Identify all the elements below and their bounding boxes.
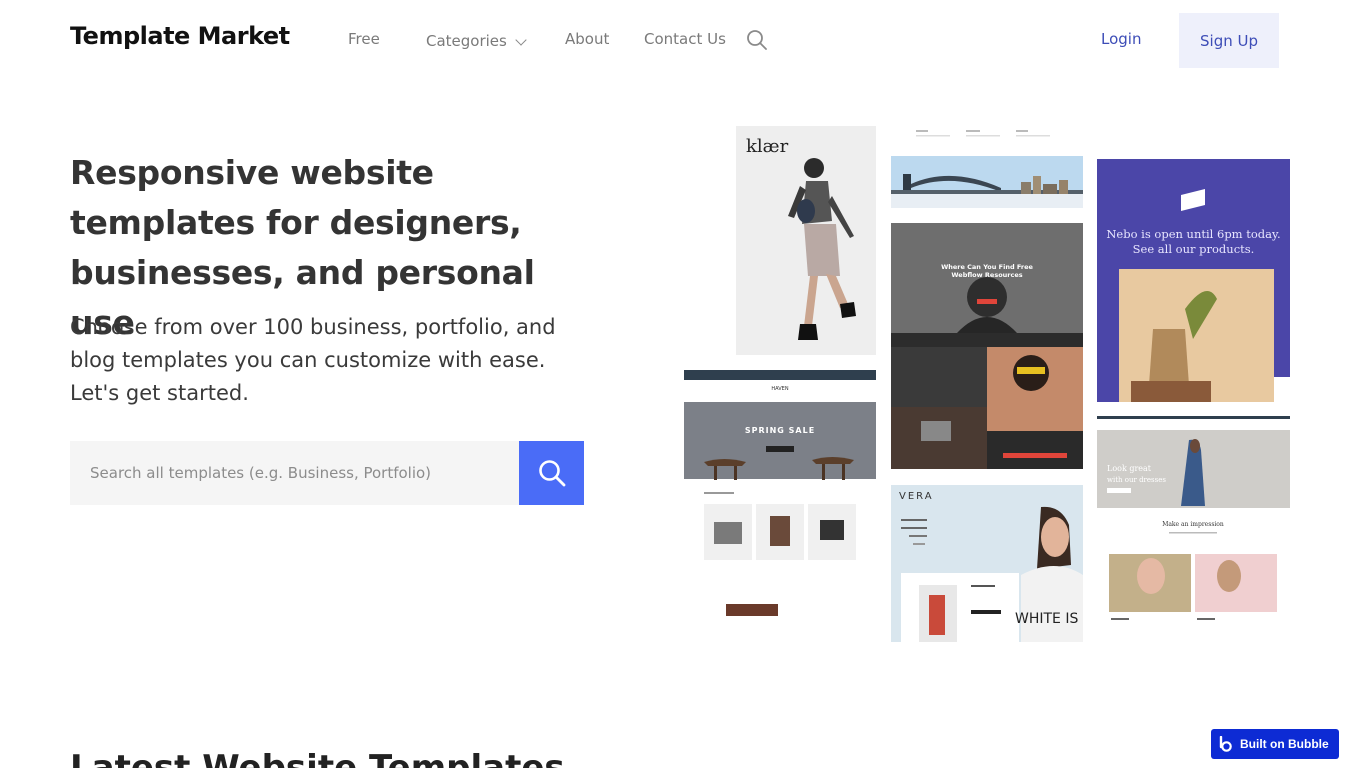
svg-text:with our dresses: with our dresses (1107, 476, 1166, 484)
svg-text:Make an impression: Make an impression (1162, 521, 1224, 528)
template-thumbnail-haven[interactable]: HAVEN SPRING SALE (684, 370, 876, 620)
badge-label: Built on Bubble (1240, 737, 1329, 751)
haven-illustration: HAVEN SPRING SALE (684, 370, 876, 616)
webflow-illustration: Where Can You Find Free Webflow Resource… (891, 223, 1083, 469)
template-thumbnail-nebo[interactable]: Nebo is open until 6pm today. See all ou… (1097, 159, 1290, 402)
svg-text:Webflow Resources: Webflow Resources (951, 271, 1022, 279)
svg-text:Look great: Look great (1107, 464, 1152, 473)
vera-banner-text: WHITE IS E (1015, 611, 1083, 627)
search-icon[interactable] (746, 29, 768, 51)
nav-about[interactable]: About (565, 30, 609, 48)
template-thumbnail-vera[interactable]: VERA WHITE IS E (891, 485, 1083, 642)
nebo-message-line-2: See all our products. (1132, 242, 1255, 256)
hero-subtitle: Choose from over 100 business, portfolio… (70, 315, 556, 405)
search-button[interactable] (519, 441, 584, 505)
template-thumbnail-dresses[interactable]: Look great with our dresses Make an impr… (1097, 416, 1290, 642)
nav-free[interactable]: Free (348, 30, 380, 48)
template-thumbnail-webflow[interactable]: Where Can You Find Free Webflow Resource… (891, 223, 1083, 469)
nav-contact[interactable]: Contact Us (644, 30, 726, 48)
nav-categories[interactable]: Categories (426, 32, 507, 50)
template-thumbnail-klaer[interactable]: klær (736, 126, 876, 355)
vera-illustration: WHITE IS E (901, 506, 1083, 642)
site-logo[interactable]: Template Market (70, 22, 290, 50)
nebo-illustration (1119, 189, 1290, 402)
svg-text:HAVEN: HAVEN (771, 386, 788, 392)
bubble-logo-icon (1219, 736, 1232, 752)
model-illustration (788, 158, 856, 340)
template-search-input[interactable] (70, 441, 519, 505)
nebo-message: Nebo is open until 6pm today. See all ou… (1097, 227, 1290, 257)
chevron-down-icon[interactable] (515, 34, 527, 46)
bridge-illustration (891, 126, 1083, 208)
login-link[interactable]: Login (1101, 30, 1141, 48)
latest-templates-title: Latest Website Templates (70, 748, 565, 768)
signup-button[interactable]: Sign Up (1179, 13, 1279, 68)
template-thumbnail-bridge[interactable] (891, 126, 1083, 208)
nebo-message-line-1: Nebo is open until 6pm today. (1106, 227, 1281, 241)
dresses-illustration: Look great with our dresses Make an impr… (1097, 416, 1290, 620)
built-on-bubble-badge[interactable]: Built on Bubble (1211, 729, 1339, 759)
search-icon (538, 460, 565, 487)
svg-text:Where Can You Find Free: Where Can You Find Free (941, 263, 1033, 271)
haven-banner-text: SPRING SALE (745, 426, 815, 435)
